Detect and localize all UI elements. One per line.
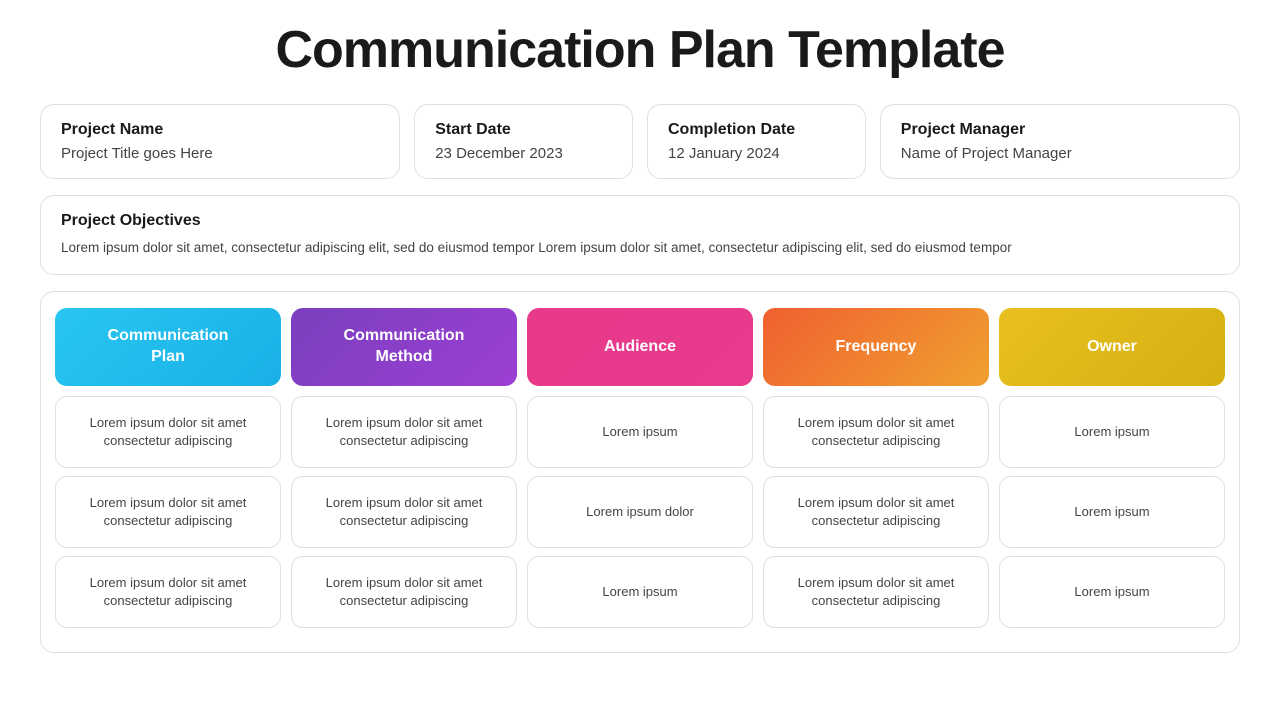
cell-r2-c4: Lorem ipsum dolor sit amet consectetur a… bbox=[763, 476, 989, 548]
completion-date-value: 12 January 2024 bbox=[668, 145, 845, 162]
page-wrapper: Communication Plan Template Project Name… bbox=[0, 0, 1280, 720]
col-header-audience: Audience bbox=[527, 308, 753, 386]
project-manager-label: Project Manager bbox=[901, 121, 1219, 139]
cell-r2-c5: Lorem ipsum bbox=[999, 476, 1225, 548]
cell-r1-c4: Lorem ipsum dolor sit amet consectetur a… bbox=[763, 396, 989, 468]
col-header-owner: Owner bbox=[999, 308, 1225, 386]
cell-r3-c3: Lorem ipsum bbox=[527, 556, 753, 628]
cell-r3-c5: Lorem ipsum bbox=[999, 556, 1225, 628]
table-row: Lorem ipsum dolor sit amet consectetur a… bbox=[55, 556, 1225, 628]
col-header-method: CommunicationMethod bbox=[291, 308, 517, 386]
project-manager-value: Name of Project Manager bbox=[901, 145, 1219, 162]
communication-table: CommunicationPlan CommunicationMethod Au… bbox=[40, 291, 1240, 653]
objectives-text: Lorem ipsum dolor sit amet, consectetur … bbox=[61, 238, 1219, 258]
info-cards-row: Project Name Project Title goes Here Sta… bbox=[40, 104, 1240, 179]
start-date-value: 23 December 2023 bbox=[435, 145, 612, 162]
col-header-plan: CommunicationPlan bbox=[55, 308, 281, 386]
objectives-card: Project Objectives Lorem ipsum dolor sit… bbox=[40, 195, 1240, 275]
completion-date-label: Completion Date bbox=[668, 121, 845, 139]
cell-r1-c1: Lorem ipsum dolor sit amet consectetur a… bbox=[55, 396, 281, 468]
project-name-label: Project Name bbox=[61, 121, 379, 139]
cell-r3-c2: Lorem ipsum dolor sit amet consectetur a… bbox=[291, 556, 517, 628]
project-name-card: Project Name Project Title goes Here bbox=[40, 104, 400, 179]
cell-r3-c1: Lorem ipsum dolor sit amet consectetur a… bbox=[55, 556, 281, 628]
table-header-row: CommunicationPlan CommunicationMethod Au… bbox=[55, 308, 1225, 386]
cell-r2-c1: Lorem ipsum dolor sit amet consectetur a… bbox=[55, 476, 281, 548]
cell-r1-c2: Lorem ipsum dolor sit amet consectetur a… bbox=[291, 396, 517, 468]
start-date-label: Start Date bbox=[435, 121, 612, 139]
cell-r1-c5: Lorem ipsum bbox=[999, 396, 1225, 468]
col-header-frequency: Frequency bbox=[763, 308, 989, 386]
cell-r2-c3: Lorem ipsum dolor bbox=[527, 476, 753, 548]
cell-r1-c3: Lorem ipsum bbox=[527, 396, 753, 468]
project-manager-card: Project Manager Name of Project Manager bbox=[880, 104, 1240, 179]
objectives-label: Project Objectives bbox=[61, 212, 1219, 230]
cell-r3-c4: Lorem ipsum dolor sit amet consectetur a… bbox=[763, 556, 989, 628]
table-row: Lorem ipsum dolor sit amet consectetur a… bbox=[55, 396, 1225, 468]
project-name-value: Project Title goes Here bbox=[61, 145, 379, 162]
page-title: Communication Plan Template bbox=[40, 20, 1240, 80]
table-row: Lorem ipsum dolor sit amet consectetur a… bbox=[55, 476, 1225, 548]
completion-date-card: Completion Date 12 January 2024 bbox=[647, 104, 866, 179]
start-date-card: Start Date 23 December 2023 bbox=[414, 104, 633, 179]
cell-r2-c2: Lorem ipsum dolor sit amet consectetur a… bbox=[291, 476, 517, 548]
